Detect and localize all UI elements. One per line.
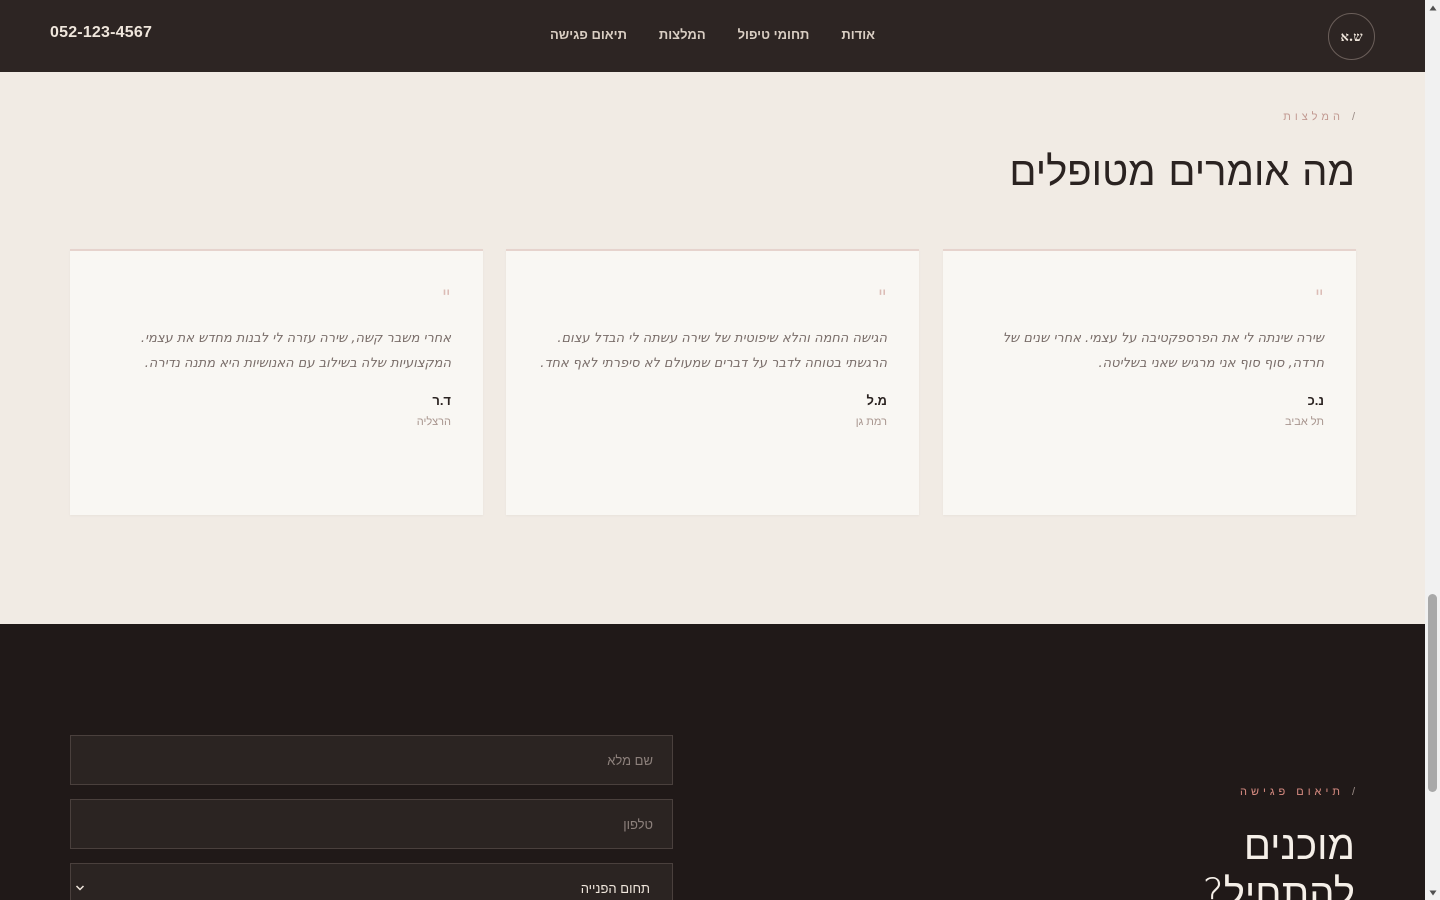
testimonial-card: " אחרי משבר קשה, שירה עזרה לי לבנות מחדש… xyxy=(70,249,483,515)
topic-select[interactable]: תחום הפנייה xyxy=(70,863,673,900)
eyebrow-slash: / xyxy=(1351,786,1355,798)
triangle-up-icon xyxy=(1429,5,1436,10)
testimonial-text: שירה שינתה לי את הפרספקטיבה על עצמי. אחר… xyxy=(1002,331,1324,371)
testimonial-author: ד.ר xyxy=(432,393,451,408)
logo-badge[interactable]: ש.א xyxy=(1328,13,1375,60)
scrollbar-thumb[interactable] xyxy=(1428,594,1437,792)
scroll-down-arrow-icon[interactable] xyxy=(1425,885,1440,900)
testimonial-city: הרצליה xyxy=(416,416,451,428)
testimonial-author: נ.כ xyxy=(1307,393,1324,408)
page-viewport: 052-123-4567 אודות תחומי טיפול המלצות תי… xyxy=(0,0,1425,900)
site-header: 052-123-4567 אודות תחומי טיפול המלצות תי… xyxy=(0,0,1425,72)
nav-item-about[interactable]: אודות xyxy=(841,26,875,46)
testimonial-city: רמת גן xyxy=(855,416,887,428)
quote-icon: " xyxy=(877,285,887,309)
testimonial-card: " הגישה החמה והלא שיפוטית של שירה עשתה ל… xyxy=(506,249,919,515)
logo-text: ש.א xyxy=(1340,29,1363,45)
full-name-input[interactable] xyxy=(70,735,673,785)
contact-section: / תיאום פגישה מוכנים להתחיל? תחום הפנייה xyxy=(0,624,1425,900)
eyebrow-text: תיאום פגישה xyxy=(1239,786,1344,798)
testimonial-text: הגישה החמה והלא שיפוטית של שירה עשתה לי … xyxy=(540,331,887,371)
contact-title: מוכנים להתחיל? xyxy=(1202,823,1355,900)
main-nav: אודות תחומי טיפול המלצות תיאום פגישה xyxy=(0,26,1425,46)
testimonial-card: " שירה שינתה לי את הפרספקטיבה על עצמי. א… xyxy=(943,249,1356,515)
quote-icon: " xyxy=(441,285,451,309)
chevron-down-icon xyxy=(75,885,85,891)
quote-icon: " xyxy=(1314,285,1324,309)
booking-form: תחום הפנייה xyxy=(70,735,673,900)
section-eyebrow: / המלצות xyxy=(1283,111,1355,123)
nav-item-booking[interactable]: תיאום פגישה xyxy=(550,26,627,46)
nav-item-services[interactable]: תחומי טיפול xyxy=(738,26,810,46)
eyebrow-text: המלצות xyxy=(1283,111,1344,123)
contact-eyebrow: / תיאום פגישה xyxy=(1240,786,1355,798)
testimonial-author: מ.ל xyxy=(866,393,887,408)
eyebrow-slash: / xyxy=(1351,111,1355,123)
triangle-down-icon xyxy=(1429,890,1436,895)
testimonial-text: אחרי משבר קשה, שירה עזרה לי לבנות מחדש א… xyxy=(140,331,451,371)
page-scrollbar[interactable] xyxy=(1425,0,1440,900)
nav-item-testimonials[interactable]: המלצות xyxy=(659,26,706,46)
section-title: מה אומרים מטופלים xyxy=(1009,149,1355,195)
testimonial-cards: " שירה שינתה לי את הפרספקטיבה על עצמי. א… xyxy=(70,249,1356,515)
scroll-up-arrow-icon[interactable] xyxy=(1425,0,1440,15)
testimonials-section: / המלצות מה אומרים מטופלים " שירה שינתה ל… xyxy=(0,72,1425,624)
phone-input[interactable] xyxy=(70,799,673,849)
testimonial-city: תל אביב xyxy=(1285,416,1324,428)
topic-select-value: תחום הפנייה xyxy=(580,881,650,896)
